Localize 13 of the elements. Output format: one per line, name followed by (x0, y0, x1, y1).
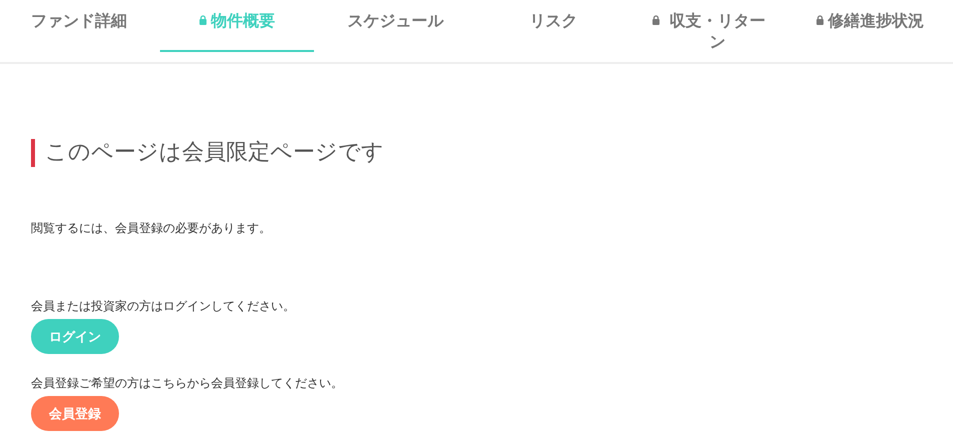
tab[interactable]: 修繕進捗状況 (792, 0, 947, 52)
tab[interactable]: 収支・リターン (634, 0, 789, 52)
prompt-text: 会員登録ご希望の方はこちらから会員登録してください。 (31, 375, 344, 392)
lock-icon (652, 15, 660, 25)
page-heading: このページは会員限定ページです (31, 139, 922, 167)
notice-text: 閲覧するには、会員登録の必要があります。 (31, 220, 272, 237)
register-button[interactable]: 会員登録 (31, 396, 119, 431)
tab[interactable]: ファンド詳細 (2, 0, 156, 52)
lock-icon (816, 15, 824, 25)
tab[interactable]: スケジュール (318, 0, 472, 52)
tab[interactable]: リスク (476, 0, 631, 52)
lock-icon (199, 15, 208, 25)
prompt-text: 会員または投資家の方はログインしてください。 (31, 298, 296, 315)
